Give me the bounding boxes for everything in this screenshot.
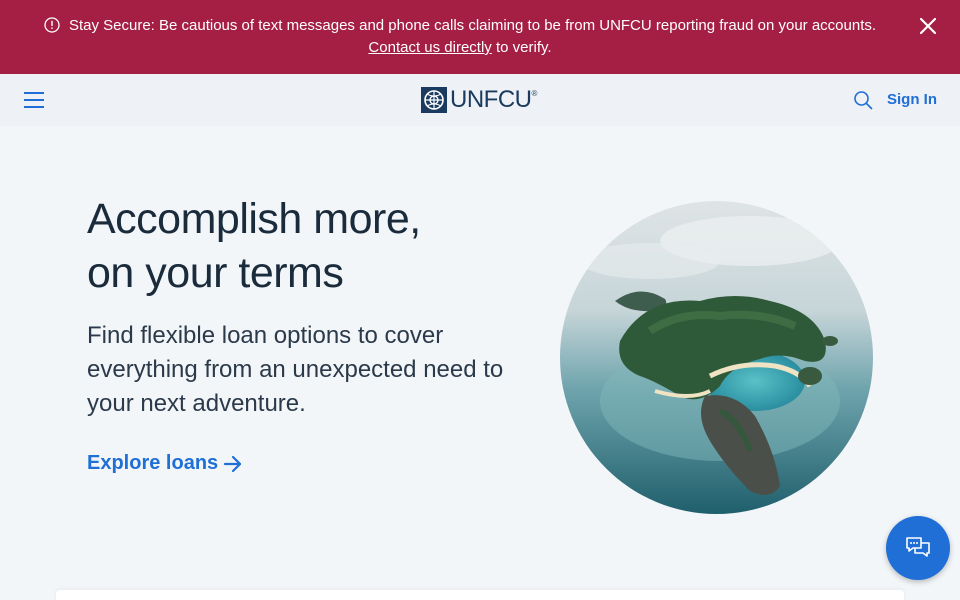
close-icon[interactable] bbox=[918, 16, 938, 36]
hero-title-line-2: on your terms bbox=[87, 249, 344, 297]
arrow-right-icon bbox=[224, 455, 242, 472]
hero-title: Accomplish more, on your terms bbox=[87, 192, 421, 300]
alert-message: Stay Secure: Be cautious of text message… bbox=[68, 17, 877, 34]
explore-loans-label: Explore loans bbox=[87, 452, 219, 474]
contact-us-link[interactable]: Contact us directly bbox=[368, 39, 491, 56]
unfcu-logo-icon bbox=[421, 87, 447, 113]
island-photo-illustration bbox=[560, 201, 873, 514]
security-alert-banner: Stay Secure: Be cautious of text message… bbox=[0, 0, 960, 74]
hamburger-menu-icon[interactable] bbox=[22, 89, 46, 111]
content-card bbox=[56, 590, 904, 600]
sign-in-link[interactable]: Sign In bbox=[887, 91, 937, 108]
alert-message-line: Stay Secure: Be cautious of text message… bbox=[0, 17, 920, 34]
hero-subtitle: Find flexible loan options to cover ever… bbox=[87, 322, 504, 417]
logo-registered-mark: ® bbox=[531, 89, 538, 98]
alert-contact-line: Contact us directly to verify. bbox=[0, 39, 920, 56]
alert-verify-text: to verify. bbox=[491, 39, 552, 56]
logo-text: UNFCU bbox=[450, 86, 532, 113]
hero-island-image bbox=[560, 201, 873, 514]
explore-loans-link[interactable]: Explore loans bbox=[87, 452, 243, 475]
alert-circle-icon bbox=[44, 17, 60, 33]
chat-button[interactable] bbox=[886, 516, 950, 580]
unfcu-logo[interactable]: UNFCU ® bbox=[421, 87, 537, 113]
hero-title-line-1: Accomplish more, bbox=[87, 195, 421, 243]
site-header: UNFCU ® Sign In bbox=[0, 74, 960, 126]
chat-icon bbox=[906, 537, 930, 557]
search-icon[interactable] bbox=[853, 90, 873, 110]
